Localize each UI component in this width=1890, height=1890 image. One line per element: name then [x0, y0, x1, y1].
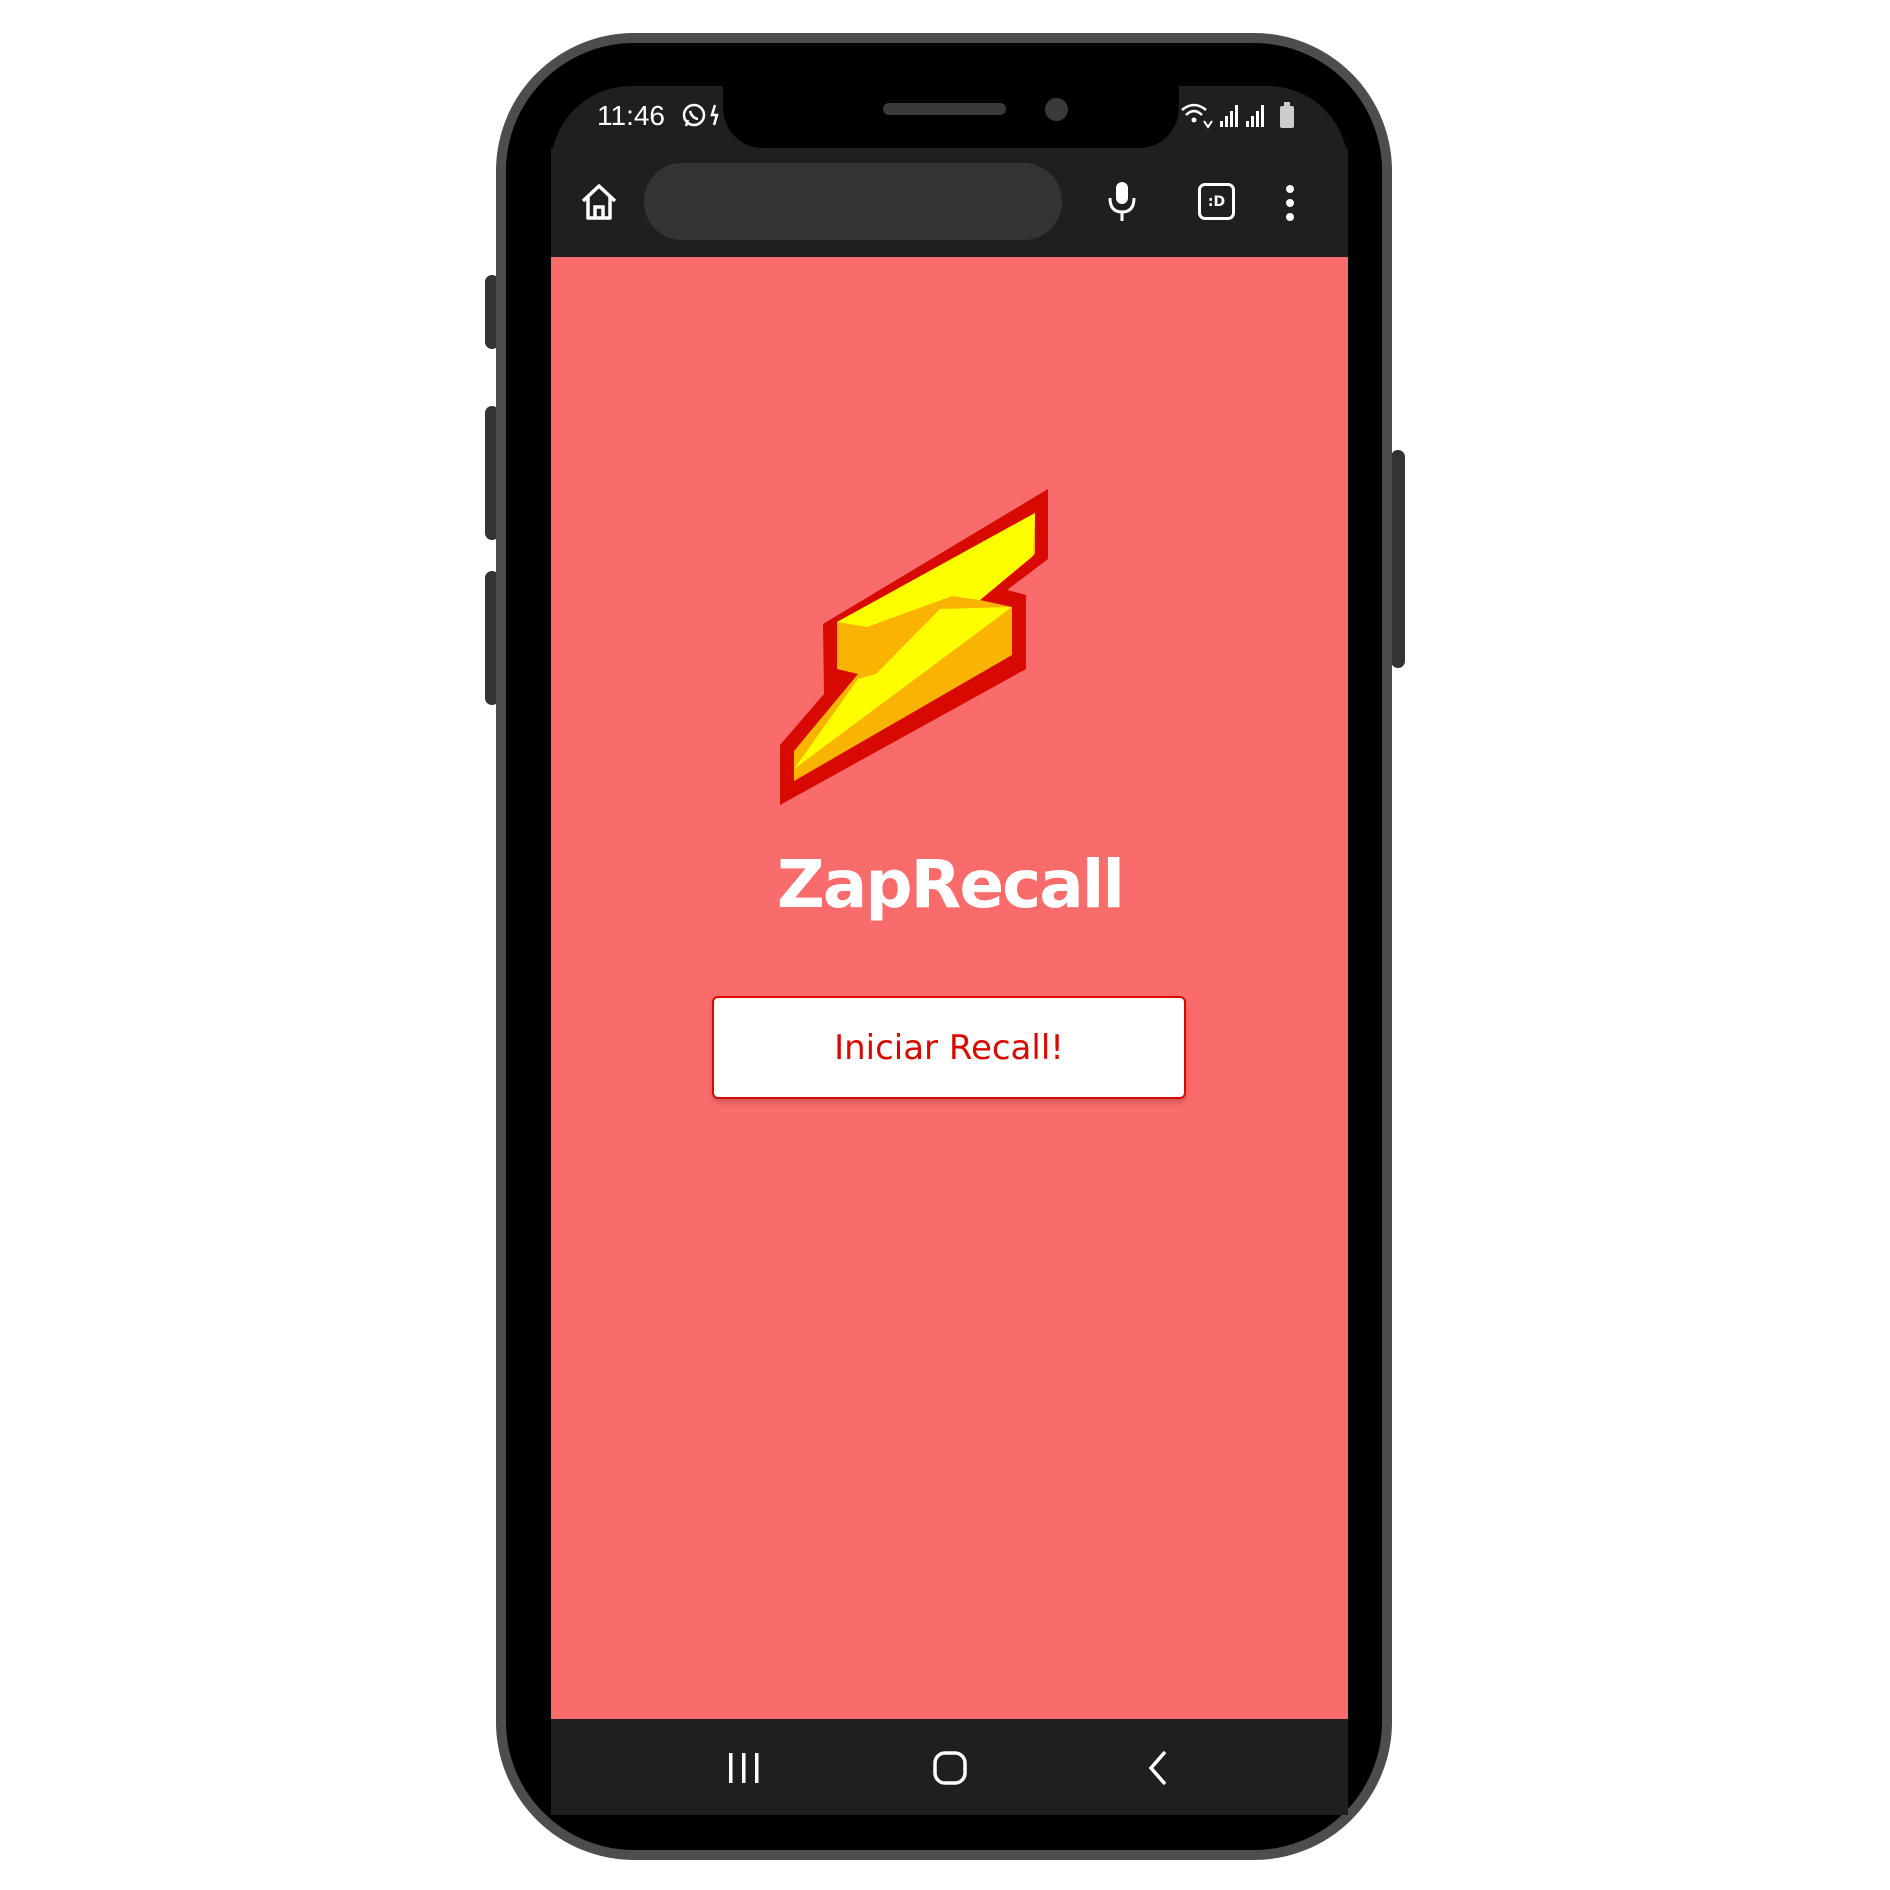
whatsapp-icon	[680, 101, 726, 133]
home-icon[interactable]	[579, 182, 619, 226]
more-vert-icon[interactable]	[1284, 184, 1296, 226]
speaker-grille	[883, 103, 1006, 115]
wifi-icon	[1181, 103, 1213, 129]
start-recall-button[interactable]: Iniciar Recall!	[712, 996, 1186, 1099]
signal-icon	[1220, 105, 1238, 127]
mic-icon[interactable]	[1107, 180, 1137, 228]
status-indicators	[1180, 101, 1310, 135]
app-content	[551, 257, 1348, 1719]
recent-apps-icon[interactable]	[726, 1750, 762, 1790]
app-title: ZapRecall	[776, 846, 1125, 923]
front-camera	[1045, 98, 1068, 121]
status-time: 11:46	[597, 100, 665, 131]
signal-icon-2	[1246, 105, 1264, 127]
url-input[interactable]	[644, 163, 1062, 240]
tabs-icon[interactable]: :D	[1198, 183, 1235, 220]
lightning-bolt-icon	[780, 489, 1050, 809]
home-circle-icon[interactable]	[932, 1750, 968, 1790]
power-button	[1391, 450, 1405, 668]
battery-icon	[1280, 102, 1294, 128]
back-icon[interactable]	[1143, 1748, 1173, 1792]
notch	[723, 86, 1179, 148]
tabs-label: :D	[1198, 183, 1235, 220]
